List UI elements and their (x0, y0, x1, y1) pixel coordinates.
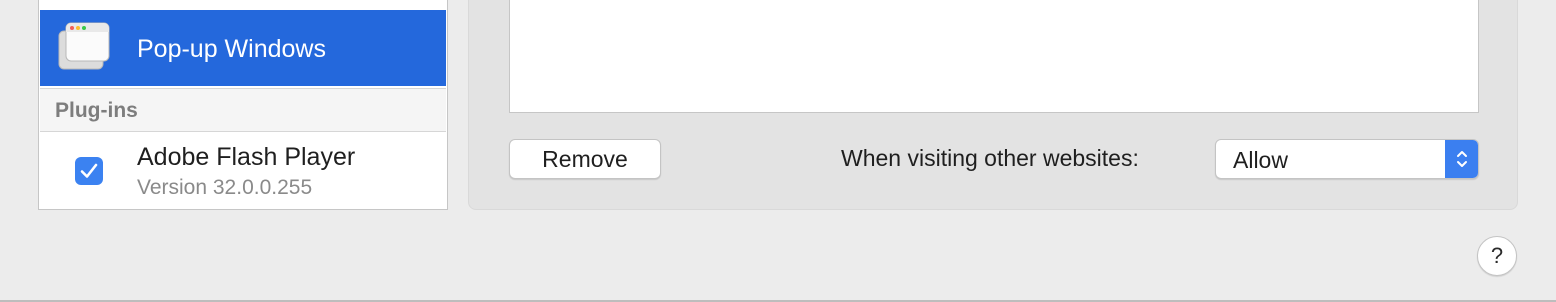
plugin-enabled-checkbox[interactable] (75, 157, 103, 185)
section-header-plugins: Plug-ins (40, 89, 446, 131)
checkmark-icon (80, 163, 98, 178)
popup-window-icon (58, 21, 110, 73)
website-preferences-window: Pop-up Windows Plug-ins Adobe Flash Play… (0, 0, 1556, 302)
chevron-up-down-icon (1445, 140, 1478, 178)
section-header-label: Plug-ins (55, 99, 138, 122)
other-websites-label: When visiting other websites: (841, 145, 1139, 171)
select-value: Allow (1233, 147, 1288, 173)
sidebar-item-label: Pop-up Windows (137, 35, 326, 63)
remove-button[interactable]: Remove (509, 139, 661, 179)
help-button[interactable]: ? (1477, 236, 1517, 276)
sidebar-item-popup-windows[interactable]: Pop-up Windows (40, 10, 446, 86)
configured-websites-table[interactable] (509, 0, 1479, 113)
plugin-name: Adobe Flash Player (137, 143, 356, 171)
other-websites-select[interactable]: Allow (1215, 139, 1479, 179)
sidebar-item-adobe-flash-player[interactable]: Adobe Flash Player Version 32.0.0.255 (40, 132, 446, 208)
website-settings-sidebar: Pop-up Windows Plug-ins Adobe Flash Play… (38, 0, 448, 210)
settings-panel: Remove When visiting other websites: All… (468, 0, 1518, 210)
plugin-version: Version 32.0.0.255 (137, 176, 313, 199)
